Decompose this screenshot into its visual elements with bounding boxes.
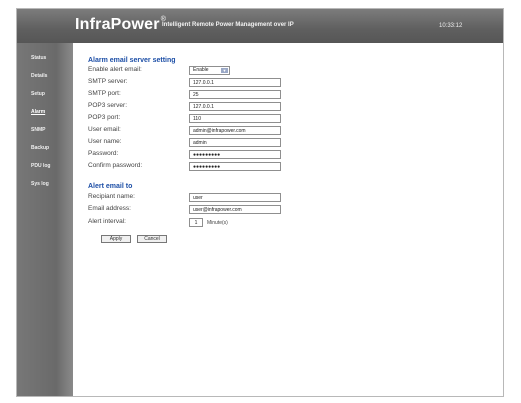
- smtp-port-label: SMTP port:: [88, 90, 121, 97]
- confirm-password-input[interactable]: [189, 162, 281, 171]
- app-frame: InfraPower® Intelligent Remote Power Man…: [16, 8, 504, 397]
- sidebar-item-snmp[interactable]: SNMP: [31, 127, 45, 133]
- confirm-password-label: Confirm password:: [88, 162, 143, 169]
- recipient-name-input[interactable]: [189, 193, 281, 202]
- smtp-server-label: SMTP server:: [88, 78, 128, 85]
- smtp-server-input[interactable]: [189, 78, 281, 87]
- user-name-label: User name:: [88, 138, 122, 145]
- pop3-server-label: POP3 server:: [88, 102, 128, 109]
- user-email-label: User email:: [88, 126, 121, 133]
- sidebar-item-sys-log[interactable]: Sys log: [31, 181, 49, 187]
- pop3-server-input[interactable]: [189, 102, 281, 111]
- enable-alert-value: Enable: [193, 67, 209, 73]
- email-address-label: Email address:: [88, 205, 131, 212]
- header-bar: InfraPower® Intelligent Remote Power Man…: [17, 9, 503, 43]
- sidebar-item-pdu-log[interactable]: PDU log: [31, 163, 50, 169]
- brand-logo: InfraPower®: [75, 16, 166, 34]
- pop3-port-input[interactable]: [189, 114, 281, 123]
- alert-interval-unit: Minute(s): [207, 220, 228, 226]
- sidebar-item-details[interactable]: Details: [31, 73, 47, 79]
- password-input[interactable]: [189, 150, 281, 159]
- sidebar-item-alarm[interactable]: Alarm: [31, 109, 45, 115]
- sidebar-nav: Status Details Setup Alarm SNMP Backup P…: [17, 43, 73, 396]
- sidebar-item-setup[interactable]: Setup: [31, 91, 45, 97]
- user-name-input[interactable]: [189, 138, 281, 147]
- clock: 10:33:12: [439, 23, 463, 29]
- email-address-input[interactable]: [189, 205, 281, 214]
- main-content: Alarm email server setting Enable alert …: [73, 43, 503, 396]
- recipient-name-label: Recipiant name:: [88, 193, 135, 200]
- alert-section-title: Alert email to: [88, 183, 133, 190]
- chevron-down-icon: ▼: [221, 68, 228, 73]
- apply-button[interactable]: Apply: [101, 235, 131, 243]
- sidebar-item-status[interactable]: Status: [31, 55, 46, 61]
- alert-interval-input[interactable]: [189, 218, 203, 227]
- password-label: Password:: [88, 150, 119, 157]
- user-email-input[interactable]: [189, 126, 281, 135]
- smtp-port-input[interactable]: [189, 90, 281, 99]
- cancel-button[interactable]: Cancel: [137, 235, 167, 243]
- sidebar-item-backup[interactable]: Backup: [31, 145, 49, 151]
- tagline: Intelligent Remote Power Management over…: [162, 22, 294, 28]
- enable-alert-select[interactable]: Enable ▼: [189, 66, 230, 75]
- enable-alert-label: Enable alert email:: [88, 66, 142, 73]
- server-section-title: Alarm email server setting: [88, 57, 176, 64]
- brand-name: InfraPower: [75, 16, 160, 33]
- alert-interval-label: Alert interval:: [88, 218, 126, 225]
- pop3-port-label: POP3 port:: [88, 114, 121, 121]
